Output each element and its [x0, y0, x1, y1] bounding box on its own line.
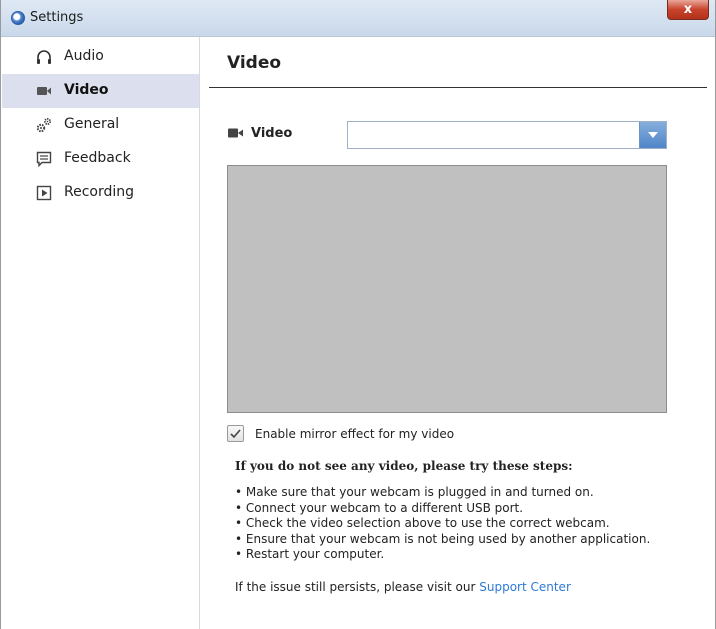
video-camera-icon: [228, 128, 243, 138]
chevron-down-icon: [648, 132, 658, 138]
sidebar-item-general[interactable]: General: [2, 108, 199, 142]
list-item: Make sure that your webcam is plugged in…: [235, 485, 650, 501]
app-icon: [11, 11, 25, 25]
window-title: Settings: [30, 10, 84, 25]
list-item: Ensure that your webcam is not being use…: [235, 532, 650, 548]
sidebar-item-label: Feedback: [64, 150, 131, 166]
sidebar-item-audio[interactable]: Audio: [2, 40, 199, 74]
recording-icon: [36, 185, 52, 201]
help-steps-list: Make sure that your webcam is plugged in…: [235, 485, 650, 563]
video-camera-icon: [37, 87, 51, 95]
video-settings-panel: Video Video Enable mirror effect for my …: [209, 37, 709, 629]
video-device-select[interactable]: [347, 121, 667, 149]
help-title: If you do not see any video, please try …: [235, 459, 573, 473]
close-button[interactable]: x: [667, 0, 709, 20]
sidebar-item-label: Video: [64, 82, 109, 98]
checkmark-icon: [230, 429, 241, 439]
support-center-link[interactable]: Support Center: [479, 580, 571, 594]
page-title: Video: [227, 53, 282, 73]
title-bar[interactable]: Settings x: [1, 0, 715, 37]
gears-icon: [36, 118, 51, 133]
list-item: Connect your webcam to a different USB p…: [235, 501, 650, 517]
settings-window: Settings x Audio Video General Feedback …: [0, 0, 716, 629]
mirror-checkbox-label[interactable]: Enable mirror effect for my video: [255, 427, 454, 441]
sidebar-item-label: General: [64, 116, 120, 132]
list-item: Restart your computer.: [235, 547, 650, 563]
dropdown-button[interactable]: [639, 122, 666, 148]
list-item: Check the video selection above to use t…: [235, 516, 650, 532]
sidebar-item-recording[interactable]: Recording: [2, 176, 199, 210]
sidebar-item-label: Recording: [64, 184, 135, 200]
sidebar: Audio Video General Feedback Recording: [2, 37, 200, 629]
video-device-label: Video: [251, 126, 293, 141]
help-footer-text: If the issue still persists, please visi…: [235, 580, 480, 594]
title-divider: [209, 87, 707, 88]
mirror-checkbox[interactable]: [227, 425, 244, 442]
headphones-icon: [37, 50, 51, 64]
video-preview: [227, 165, 667, 413]
sidebar-item-video[interactable]: Video: [2, 74, 199, 108]
sidebar-item-label: Audio: [64, 48, 104, 64]
help-footer: If the issue still persists, please visi…: [235, 580, 571, 594]
feedback-icon: [36, 151, 52, 168]
sidebar-item-feedback[interactable]: Feedback: [2, 142, 199, 176]
